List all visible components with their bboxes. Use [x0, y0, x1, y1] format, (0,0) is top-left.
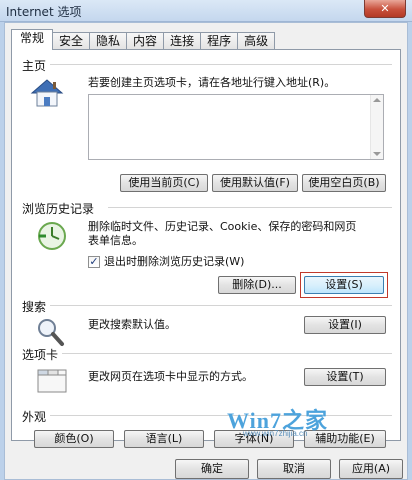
- history-description-line1: 删除临时文件、历史记录、Cookie、保存的密码和网页: [88, 220, 357, 233]
- search-divider: [48, 305, 392, 306]
- appearance-group-label: 外观: [22, 408, 51, 425]
- apply-button[interactable]: 应用(A): [339, 459, 403, 479]
- general-panel: 主页 若要创建主页选项卡，请在各地址行键入地址(R)。 使用当前页(C) 使用默…: [11, 49, 401, 448]
- tab-content[interactable]: 内容: [127, 32, 165, 50]
- languages-button[interactable]: 语言(L): [124, 430, 204, 448]
- tab-general[interactable]: 常规: [11, 29, 54, 50]
- window-title: Internet 选项: [6, 5, 82, 19]
- cancel-button[interactable]: 取消: [257, 459, 331, 479]
- search-settings-button[interactable]: 设置(I): [304, 316, 386, 334]
- home-icon: [30, 79, 64, 107]
- homepage-address-field[interactable]: [88, 94, 384, 160]
- history-settings-button[interactable]: 设置(S): [304, 276, 384, 294]
- tab-security[interactable]: 安全: [53, 32, 91, 50]
- history-clock-icon: [38, 222, 66, 250]
- tab-privacy[interactable]: 隐私: [90, 32, 128, 50]
- tabs-settings-button[interactable]: 设置(T): [304, 368, 386, 386]
- watermark-logo: Win7之家 www.win7zhijia.cn: [227, 403, 387, 443]
- tab-advanced[interactable]: 高级: [238, 32, 276, 50]
- tab-programs[interactable]: 程序: [201, 32, 239, 50]
- tabs-divider: [60, 353, 392, 354]
- close-button[interactable]: ✕: [364, 0, 406, 18]
- history-divider: [108, 207, 392, 208]
- history-group-label: 浏览历史记录: [22, 200, 99, 217]
- colors-button[interactable]: 颜色(O): [34, 430, 114, 448]
- search-group-label: 搜索: [22, 298, 51, 315]
- use-blank-button[interactable]: 使用空白页(B): [302, 174, 386, 192]
- delete-on-exit-label: 退出时删除浏览历史记录(W): [104, 255, 245, 268]
- search-description: 更改搜索默认值。: [88, 318, 176, 331]
- tabs-window-icon: [37, 369, 67, 393]
- ok-button[interactable]: 确定: [175, 459, 249, 479]
- address-scrollbar[interactable]: [370, 95, 383, 159]
- tab-connections[interactable]: 连接: [164, 32, 202, 50]
- title-bar: Internet 选项 ✕: [0, 0, 412, 22]
- watermark-url: www.win7zhijia.cn: [243, 429, 308, 438]
- delete-history-button[interactable]: 删除(D)...: [218, 276, 296, 294]
- delete-on-exit-checkbox[interactable]: ✓: [88, 256, 100, 268]
- homepage-divider: [48, 64, 392, 65]
- scroll-up-arrow-icon[interactable]: [373, 98, 381, 102]
- homepage-group-label: 主页: [22, 57, 51, 74]
- use-current-button[interactable]: 使用当前页(C): [120, 174, 208, 192]
- tabs-group-label: 选项卡: [22, 346, 63, 363]
- tab-strip: 常规 安全 隐私 内容 连接 程序 高级: [11, 29, 276, 50]
- magnifier-icon: [38, 319, 64, 346]
- homepage-description: 若要创建主页选项卡，请在各地址行键入地址(R)。: [88, 76, 336, 89]
- use-default-button[interactable]: 使用默认值(F): [212, 174, 298, 192]
- tabs-description: 更改网页在选项卡中显示的方式。: [88, 370, 253, 383]
- scroll-down-arrow-icon[interactable]: [373, 152, 381, 156]
- history-description-line2: 表单信息。: [88, 234, 143, 247]
- dialog-client: 常规 安全 隐私 内容 连接 程序 高级 主页 若要创建主页选项卡，请在各地址行…: [4, 22, 408, 480]
